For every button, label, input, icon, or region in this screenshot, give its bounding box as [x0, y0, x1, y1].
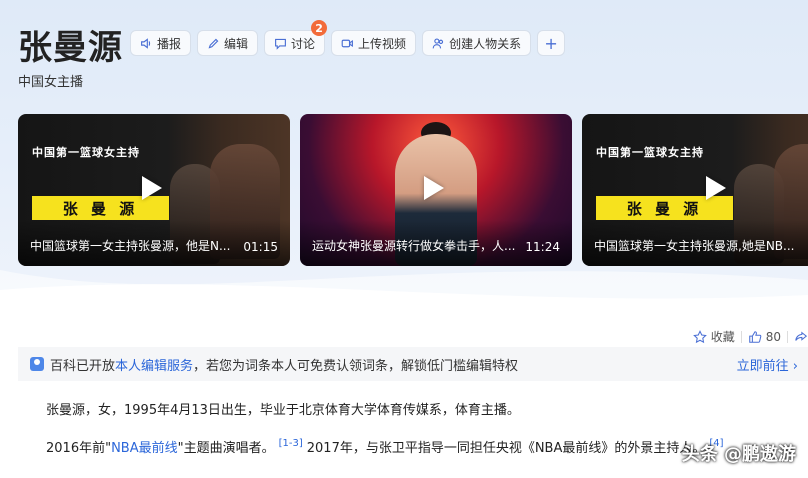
lemma-stats: 收藏 80 [692, 328, 808, 345]
notice-prefix: 百科已开放 [50, 358, 116, 374]
play-icon[interactable] [706, 176, 726, 200]
notice-suffix: ，若您为词条本人可免费认领词条，解锁低门槛编辑特权 [193, 358, 519, 374]
video-camera-icon [341, 39, 353, 47]
collect-button[interactable]: 收藏 [692, 328, 735, 345]
edit-service-notice: 百科已开放 本人编辑服务 ，若您为词条本人可免费认领词条，解锁低门槛编辑特权 立… [18, 347, 808, 381]
video-caption: 中国篮球第一女主持张曼源，他是N... [30, 239, 231, 253]
share-icon [795, 331, 808, 341]
page-title: 张曼源 [18, 28, 123, 68]
more-actions-button[interactable]: + [537, 30, 566, 56]
summary-paragraph-2: 2016年前"NBA最前线"主题曲演唱者。 [1-3] 2017年，与张卫平指导一同… [46, 437, 728, 456]
video-duration: 11:24 [525, 240, 560, 254]
summary-paragraph-1: 张曼源，女，1995年4月13日出生，毕业于北京体育大学体育传媒系，体育主播。 [46, 403, 520, 418]
play-icon[interactable] [142, 176, 162, 200]
discuss-button[interactable]: 讨论 2 [264, 20, 328, 56]
edit-label: 编辑 [224, 36, 249, 51]
edit-button[interactable]: 编辑 [197, 30, 259, 56]
go-now-label: 立即前往 [736, 358, 789, 374]
divider [787, 330, 788, 343]
thumbnail-headline: 中国第一篮球女主持 [596, 146, 704, 159]
like-count: 80 [765, 329, 781, 344]
lemma-header: 张曼源 中国女主播 播报 编辑 讨论 2 上传视频 创建人物关系 + 中国第一篮… [0, 0, 808, 300]
create-relation-label: 创建人物关系 [449, 36, 522, 51]
video-caption: 运动女神张曼源转行做女拳击手，人... [312, 239, 516, 253]
like-button[interactable]: 80 [748, 330, 781, 344]
collect-label: 收藏 [710, 330, 735, 344]
thumbs-up-icon [748, 330, 762, 343]
discuss-count-badge: 2 [311, 20, 328, 36]
broadcast-button[interactable]: 播报 [130, 30, 192, 56]
video-caption: 中国篮球第一女主持张曼源,她是NB... [594, 239, 795, 253]
people-relation-icon [432, 37, 444, 48]
edit-service-link[interactable]: 本人编辑服务 [115, 355, 193, 374]
para-text: "主题曲演唱者。 [177, 441, 275, 456]
chat-bubble-icon [275, 38, 286, 50]
para-text: 2017年，与张卫平指导一同担任央视《NBA最前线》的外景主持人。 [306, 441, 706, 456]
watermark: 头条 @鹏遨游 [681, 444, 796, 465]
go-now-link[interactable]: 立即前往 › [737, 355, 798, 374]
plus-icon: + [544, 33, 558, 53]
lemma-toolbar: 播报 编辑 讨论 2 上传视频 创建人物关系 + [130, 20, 566, 56]
video-card-1[interactable]: 中国第一篮球女主持 张 曼 源 中国篮球第一女主持张曼源，他是N... 01:1… [18, 114, 290, 266]
reference-link[interactable]: [1-3] [279, 438, 303, 449]
pencil-icon [208, 38, 219, 48]
video-carousel: 中国第一篮球女主持 张 曼 源 中国篮球第一女主持张曼源，他是N... 01:1… [18, 114, 808, 266]
video-card-3[interactable]: 中国第一篮球女主持 张 曼 源 中国篮球第一女主持张曼源,她是NB... [582, 114, 808, 266]
nba-frontline-link[interactable]: NBA最前线 [111, 441, 178, 456]
broadcast-label: 播报 [157, 36, 182, 51]
speaker-icon [141, 37, 151, 49]
upload-video-label: 上传视频 [358, 36, 407, 51]
thumbnail-headline: 中国第一篮球女主持 [32, 146, 140, 159]
video-card-2[interactable]: 运动女神张曼源转行做女拳击手，人... 11:24 [300, 114, 572, 266]
user-icon [30, 357, 44, 371]
video-duration: 01:15 [243, 240, 278, 254]
play-icon[interactable] [424, 176, 444, 200]
create-relation-button[interactable]: 创建人物关系 [422, 30, 532, 56]
star-icon [692, 329, 707, 343]
discuss-label: 讨论 [291, 36, 316, 51]
divider [740, 330, 742, 343]
page-subtitle: 中国女主播 [18, 75, 84, 90]
para-text: 2016年前" [46, 441, 112, 456]
upload-video-button[interactable]: 上传视频 [331, 30, 417, 56]
share-button[interactable] [794, 330, 808, 344]
